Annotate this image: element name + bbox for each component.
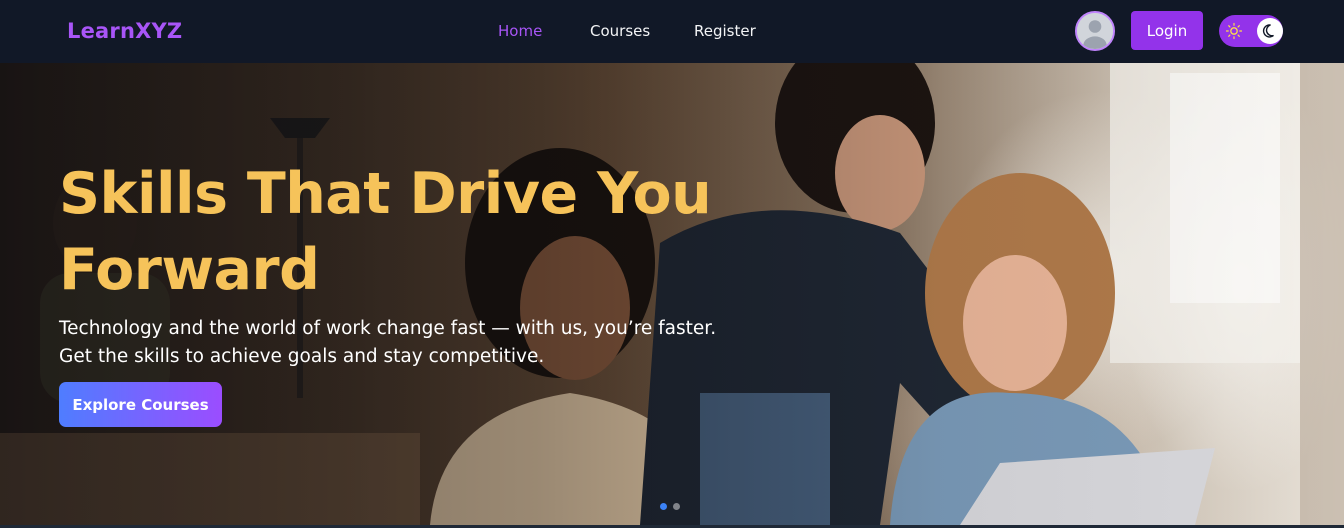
- hero-section: Skills That Drive You Forward Technology…: [0, 63, 1344, 525]
- moon-icon: [1262, 24, 1274, 38]
- hero-subtitle: Technology and the world of work change …: [59, 318, 717, 367]
- login-button[interactable]: Login: [1131, 11, 1203, 50]
- sun-icon: [1225, 22, 1243, 40]
- avatar-silhouette: [1077, 13, 1113, 49]
- user-avatar-icon[interactable]: [1075, 11, 1115, 51]
- hero-title: Skills That Drive You Forward: [59, 161, 712, 303]
- toggle-knob: [1257, 18, 1283, 44]
- carousel-dots: [660, 503, 680, 510]
- explore-courses-button[interactable]: Explore Courses: [59, 382, 222, 427]
- theme-toggle[interactable]: [1219, 15, 1283, 47]
- navbar: LearnXYZ Home Courses Register Login: [0, 0, 1344, 63]
- carousel-dot[interactable]: [660, 503, 667, 510]
- carousel-dot[interactable]: [673, 503, 680, 510]
- nav-home[interactable]: Home: [498, 22, 542, 40]
- nav-courses[interactable]: Courses: [590, 22, 650, 40]
- nav-register[interactable]: Register: [694, 22, 756, 40]
